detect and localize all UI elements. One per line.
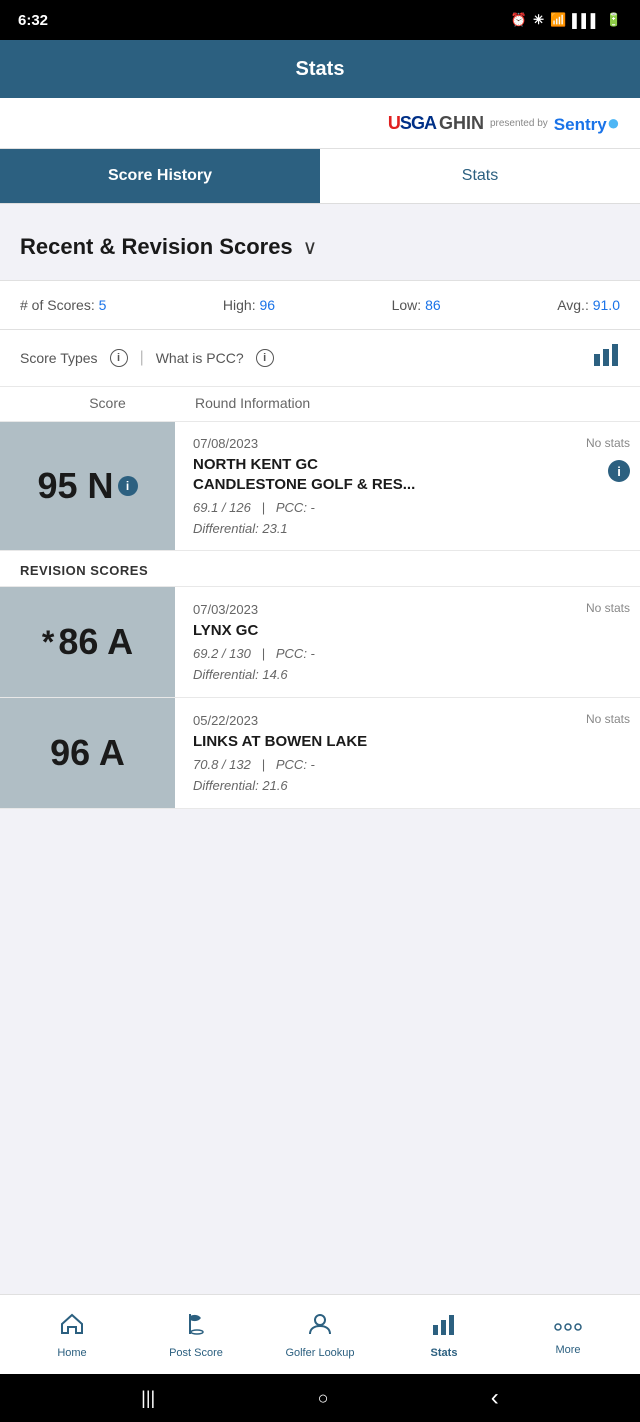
- battery-icon: 🔋: [606, 12, 622, 28]
- high-score-stat: High: 96: [223, 297, 275, 313]
- section-header[interactable]: Recent & Revision Scores ∨: [0, 204, 640, 280]
- round-course-3: LINKS AT BOWEN LAKE: [193, 732, 626, 752]
- course-info-btn-1[interactable]: i: [608, 460, 630, 482]
- round-differential-2: Differential: 14.6: [193, 667, 626, 682]
- round-differential-1: Differential: 23.1: [193, 521, 626, 536]
- chart-icon: [431, 1311, 457, 1343]
- bottom-nav: Home Post Score Golfer Lookup: [0, 1294, 640, 1374]
- app-title: Stats: [296, 58, 345, 81]
- nav-stats-label: Stats: [431, 1347, 458, 1359]
- status-icons: ⏰ ✳ 📶 ▌▌▌ 🔋: [511, 12, 622, 28]
- alarm-icon: ⏰: [511, 12, 527, 28]
- pipe-divider: |: [140, 349, 144, 367]
- revision-scores-label: REVISION SCORES: [0, 551, 640, 587]
- round-differential-3: Differential: 21.6: [193, 778, 626, 793]
- score-value-2: 86 A: [58, 621, 133, 663]
- android-home-btn[interactable]: ○: [318, 1388, 329, 1409]
- score-value-3: 96 A: [50, 732, 125, 774]
- score-box-2: * 86 A: [0, 587, 175, 697]
- person-icon: [307, 1311, 333, 1343]
- nav-stats[interactable]: Stats: [382, 1305, 506, 1365]
- score-entry-3[interactable]: 96 A No stats 05/22/2023 LINKS AT BOWEN …: [0, 698, 640, 809]
- nav-post-score[interactable]: Post Score: [134, 1305, 258, 1365]
- nav-golfer-lookup-label: Golfer Lookup: [285, 1347, 354, 1359]
- round-date-2: 07/03/2023: [193, 602, 626, 617]
- status-bar: 6:32 ⏰ ✳ 📶 ▌▌▌ 🔋: [0, 0, 640, 40]
- android-back-btn[interactable]: ‹: [491, 1384, 499, 1412]
- nav-home[interactable]: Home: [10, 1305, 134, 1365]
- android-menu-btn[interactable]: |||: [141, 1388, 155, 1409]
- no-stats-badge-1: No stats: [586, 436, 630, 450]
- usga-logo: USGA: [388, 113, 436, 134]
- round-info-2: No stats 07/03/2023 LYNX GC 69.2 / 130 |…: [175, 587, 640, 697]
- round-details-2: 69.2 / 130 | PCC: -: [193, 646, 626, 661]
- avg-score-stat: Avg.: 91.0: [557, 297, 620, 313]
- stats-summary-bar: # of Scores: 5 High: 96 Low: 86 Avg.: 91…: [0, 280, 640, 330]
- round-course-extra-1: CANDLESTONE GOLF & RES...: [193, 475, 626, 495]
- no-stats-badge-3: No stats: [586, 712, 630, 726]
- round-details-1: 69.1 / 126 | PCC: -: [193, 500, 626, 515]
- tab-bar: Score History Stats: [0, 149, 640, 204]
- tab-stats[interactable]: Stats: [320, 149, 640, 203]
- score-entry-2[interactable]: * 86 A No stats 07/03/2023 LYNX GC 69.2 …: [0, 587, 640, 698]
- score-box-3: 96 A: [0, 698, 175, 808]
- no-stats-badge-2: No stats: [586, 601, 630, 615]
- time-display: 6:32: [18, 12, 48, 29]
- wifi-icon: 📶: [550, 12, 566, 28]
- presented-by-text: presented by: [490, 118, 548, 129]
- score-value-1: 95 N: [37, 465, 113, 507]
- round-info-3: No stats 05/22/2023 LINKS AT BOWEN LAKE …: [175, 698, 640, 808]
- main-content: Recent & Revision Scores ∨ # of Scores: …: [0, 204, 640, 939]
- score-info-btn-1[interactable]: i: [118, 476, 138, 496]
- nav-post-score-label: Post Score: [169, 1347, 223, 1359]
- round-details-3: 70.8 / 132 | PCC: -: [193, 757, 626, 772]
- round-course-2: LYNX GC: [193, 621, 626, 641]
- pcc-info-icon[interactable]: i: [256, 349, 274, 367]
- nav-more[interactable]: More: [506, 1308, 630, 1362]
- score-entry-1[interactable]: 95 N i No stats 07/08/2023 NORTH KENT GC…: [0, 422, 640, 551]
- signal-icon: ▌▌▌: [572, 13, 600, 28]
- low-score-stat: Low: 86: [392, 297, 441, 313]
- bluetooth-icon: ✳: [533, 12, 544, 28]
- score-col-header: Score: [20, 395, 195, 411]
- app-header: Stats: [0, 40, 640, 98]
- home-icon: [59, 1311, 85, 1343]
- more-icon: [553, 1314, 583, 1340]
- round-date-3: 05/22/2023: [193, 713, 626, 728]
- pcc-label: What is PCC?: [156, 350, 244, 366]
- nav-home-label: Home: [57, 1347, 86, 1359]
- column-headers: Score Round Information: [0, 387, 640, 422]
- score-types-label: Score Types: [20, 350, 98, 366]
- section-title: Recent & Revision Scores: [20, 234, 293, 260]
- android-nav-bar: ||| ○ ‹: [0, 1374, 640, 1422]
- round-date-1: 07/08/2023: [193, 436, 626, 451]
- round-col-header: Round Information: [195, 395, 620, 411]
- num-scores-stat: # of Scores: 5: [20, 297, 106, 313]
- round-course-1: NORTH KENT GC: [193, 455, 626, 475]
- sentry-logo: Sentry●: [554, 110, 620, 136]
- round-info-1: No stats 07/08/2023 NORTH KENT GC CANDLE…: [175, 422, 640, 550]
- score-types-info-icon[interactable]: i: [110, 349, 128, 367]
- nav-golfer-lookup[interactable]: Golfer Lookup: [258, 1305, 382, 1365]
- tab-score-history[interactable]: Score History: [0, 149, 320, 203]
- asterisk-2: *: [42, 624, 54, 661]
- ghin-text: GHIN: [439, 113, 484, 134]
- nav-more-label: More: [555, 1344, 580, 1356]
- score-types-row: Score Types i | What is PCC? i: [0, 330, 640, 387]
- chevron-down-icon[interactable]: ∨: [303, 235, 318, 260]
- score-box-1: 95 N i: [0, 422, 175, 550]
- logo-bar: USGA GHIN presented by Sentry●: [0, 98, 640, 149]
- bar-chart-icon[interactable]: [594, 344, 620, 372]
- flag-icon: [183, 1311, 209, 1343]
